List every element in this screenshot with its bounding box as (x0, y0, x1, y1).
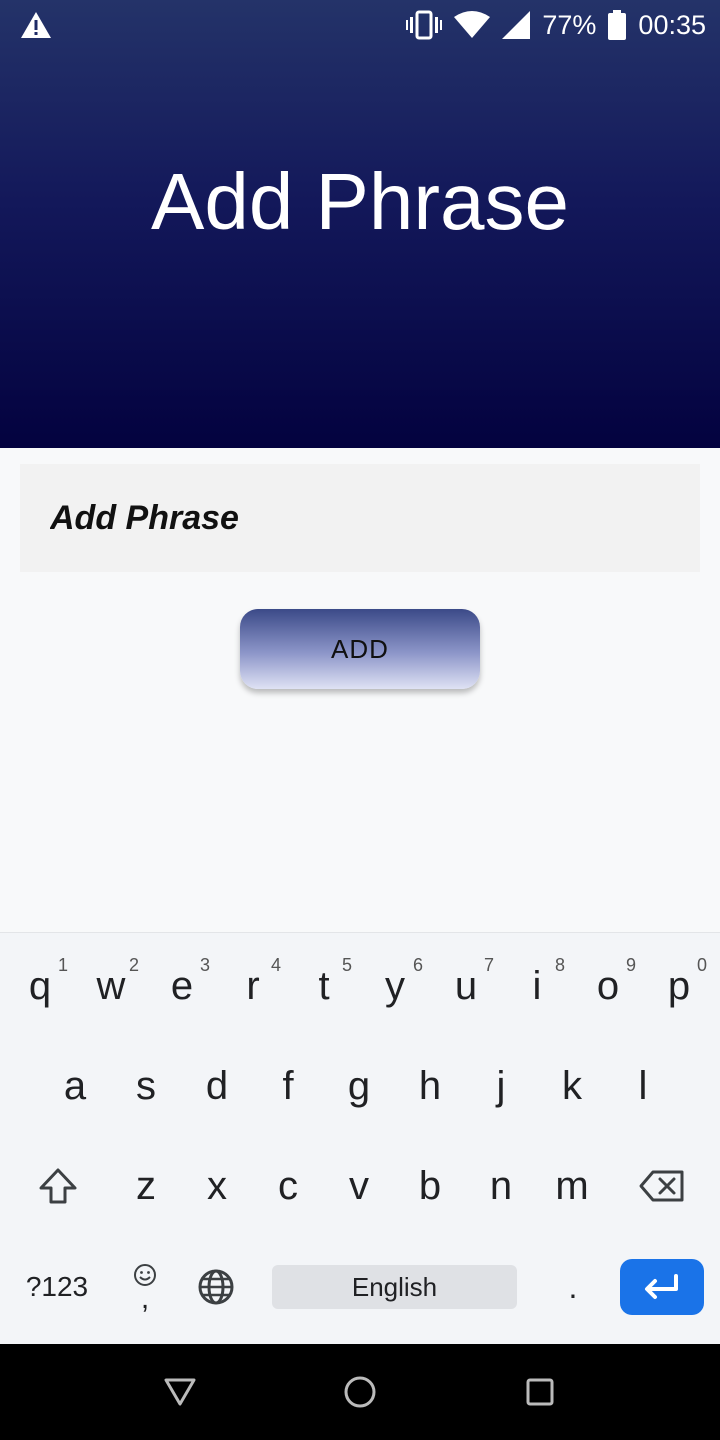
key-c[interactable]: c (252, 1141, 324, 1231)
spacebar-key[interactable]: English (272, 1265, 517, 1309)
key-j[interactable]: j (465, 1041, 537, 1131)
alert-icon (21, 12, 51, 38)
comma-label: , (140, 1282, 150, 1315)
key-i[interactable]: i8 (501, 941, 573, 1031)
navigation-bar (0, 1344, 720, 1440)
nav-home-button[interactable] (340, 1372, 380, 1412)
key-p[interactable]: p0 (643, 941, 715, 1031)
key-d[interactable]: d (181, 1041, 253, 1131)
key-n[interactable]: n (465, 1141, 537, 1231)
period-key[interactable]: . (548, 1255, 598, 1319)
key-r[interactable]: r4 (217, 941, 289, 1031)
enter-icon (645, 1274, 678, 1299)
key-w[interactable]: w2 (75, 941, 147, 1031)
nav-back-button[interactable] (160, 1372, 200, 1412)
shift-key[interactable] (22, 1141, 94, 1231)
key-x[interactable]: x (181, 1141, 253, 1231)
wifi-icon (454, 11, 491, 38)
phrase-input-container (20, 464, 700, 572)
soft-keyboard: q1 w2 e3 r4 t5 y6 u7 i8 o9 p0 a s d f g … (0, 932, 720, 1345)
key-b[interactable]: b (394, 1141, 466, 1231)
key-g[interactable]: g (323, 1041, 395, 1131)
app-header: 77% 00:35 Add Phrase (0, 0, 720, 448)
clock: 00:35 (638, 10, 706, 40)
key-q[interactable]: q1 (4, 941, 76, 1031)
enter-key[interactable] (620, 1259, 704, 1315)
emoji-comma-key[interactable]: , (120, 1251, 170, 1323)
vibrate-icon (406, 10, 443, 40)
nav-recents-button[interactable] (520, 1372, 560, 1412)
key-z[interactable]: z (110, 1141, 182, 1231)
home-icon (344, 1376, 376, 1408)
key-e[interactable]: e3 (146, 941, 218, 1031)
key-t[interactable]: t5 (288, 941, 360, 1031)
phrase-input[interactable] (20, 464, 700, 572)
key-o[interactable]: o9 (572, 941, 644, 1031)
recents-icon (526, 1378, 554, 1406)
key-l[interactable]: l (607, 1041, 679, 1131)
battery-icon (608, 10, 627, 40)
key-f[interactable]: f (252, 1041, 324, 1131)
key-h[interactable]: h (394, 1041, 466, 1131)
battery-percent: 77% (542, 10, 597, 40)
back-icon (164, 1378, 196, 1406)
language-key[interactable] (190, 1255, 242, 1319)
page-title: Add Phrase (150, 156, 570, 246)
key-a[interactable]: a (39, 1041, 111, 1131)
shift-icon (39, 1168, 77, 1204)
symbols-key[interactable]: ?123 (14, 1255, 100, 1319)
key-m[interactable]: m (536, 1141, 608, 1231)
key-s[interactable]: s (110, 1041, 182, 1131)
backspace-icon (639, 1170, 684, 1202)
signal-icon (502, 11, 531, 39)
status-bar: 77% 00:35 (0, 0, 720, 50)
add-button[interactable]: ADD (240, 609, 480, 689)
key-k[interactable]: k (536, 1041, 608, 1131)
key-y[interactable]: y6 (359, 941, 431, 1031)
backspace-key[interactable] (624, 1141, 700, 1231)
key-u[interactable]: u7 (430, 941, 502, 1031)
key-v[interactable]: v (323, 1141, 395, 1231)
globe-icon (198, 1269, 234, 1305)
